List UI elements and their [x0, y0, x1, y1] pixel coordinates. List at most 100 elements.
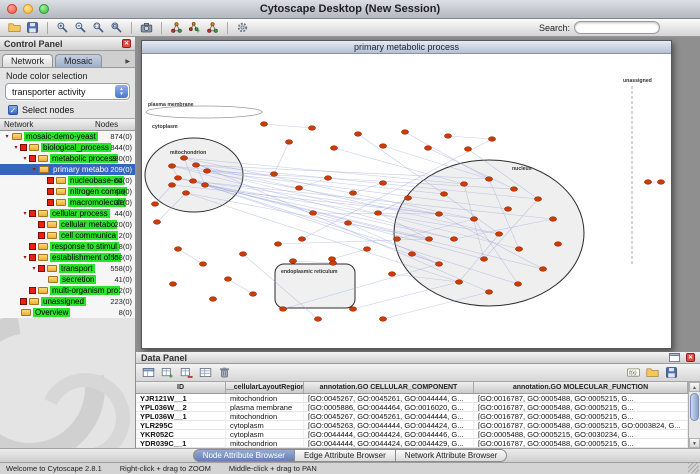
- select-attributes-icon[interactable]: [140, 365, 157, 381]
- tree-item-mosaic-demo-yeast[interactable]: ▾mosaic-demo-yeast874(0): [0, 131, 135, 142]
- table-row[interactable]: YJR121W__1mitochondrion[GO:0045267, GO:0…: [136, 394, 688, 403]
- table-cell: YLR295C: [136, 421, 226, 429]
- network-node: [180, 156, 187, 161]
- table-cell: mitochondrion: [226, 412, 304, 420]
- tab-network-attribute-browser[interactable]: Network Attribute Browser: [395, 449, 507, 462]
- network-node: [279, 307, 286, 312]
- delete-attribute-icon[interactable]: [178, 365, 195, 381]
- tree-item-macromolecule[interactable]: macromolecule31(0): [0, 197, 135, 208]
- zoom-out-icon[interactable]: [72, 20, 89, 36]
- network-node: [374, 211, 381, 216]
- export-attributes-icon[interactable]: [663, 365, 680, 381]
- network-node: [209, 297, 216, 302]
- svg-text:endoplasmic reticulum: endoplasmic reticulum: [281, 269, 338, 275]
- open-session-icon[interactable]: [6, 20, 23, 36]
- network-view-window[interactable]: primary metabolic process plasma membran…: [141, 40, 672, 349]
- column-header-1[interactable]: __cellularLayoutRegion: [226, 382, 304, 393]
- tree-item-label: Overview: [33, 308, 70, 317]
- column-header-id[interactable]: ID: [136, 382, 226, 393]
- tree-item-count: 20(0): [114, 220, 132, 229]
- toolbar-separator: [161, 22, 162, 34]
- tree-item-transport[interactable]: ▾transport558(0): [0, 263, 135, 274]
- tree-item-biological-process[interactable]: ▾biological_process844(0): [0, 142, 135, 153]
- table-row[interactable]: YLR295Ccytoplasm[GO:0045263, GO:0044444,…: [136, 421, 688, 430]
- column-header-2[interactable]: annotation.GO CELLULAR_COMPONENT: [304, 382, 474, 393]
- zoom-fit-icon[interactable]: [108, 20, 125, 36]
- panel-tab-mosaic[interactable]: Mosaic: [55, 54, 102, 67]
- panel-tab-network[interactable]: Network: [2, 54, 53, 67]
- tree-item-cellular-metabo[interactable]: cellular metabo20(0): [0, 219, 135, 230]
- network-overlay-icon[interactable]: [168, 20, 185, 36]
- tree-item-metabolic-process[interactable]: ▾metabolic process280(0): [0, 153, 135, 164]
- tree-item-secretion[interactable]: secretion41(0): [0, 274, 135, 285]
- table-row[interactable]: YPL036W__1mitochondrion[GO:0045267, GO:0…: [136, 412, 688, 421]
- function-builder-icon[interactable]: f(x): [625, 365, 642, 381]
- float-panel-icon[interactable]: [666, 350, 683, 366]
- select-nodes-checkbox[interactable]: [8, 105, 18, 115]
- add-network-icon[interactable]: +: [186, 20, 203, 36]
- vizmapper-icon[interactable]: [234, 20, 251, 36]
- tree-item-cellular-process[interactable]: ▾cellular process44(0): [0, 208, 135, 219]
- tree-item-multi-organism-pro[interactable]: multi-organism pro2(0): [0, 285, 135, 296]
- create-attribute-icon[interactable]: +: [159, 365, 176, 381]
- network-node: [151, 202, 158, 207]
- node-color-chip: [38, 265, 45, 272]
- attribute-table-icon[interactable]: [197, 365, 214, 381]
- delete-rows-icon[interactable]: [216, 365, 233, 381]
- network-node: [514, 282, 521, 287]
- expand-icon[interactable]: ▾: [12, 144, 20, 151]
- search-input[interactable]: [574, 21, 660, 34]
- network-node: [644, 180, 651, 185]
- title-bar[interactable]: Cytoscape Desktop (New Session): [0, 0, 700, 19]
- folder-icon: [29, 144, 39, 151]
- tree-item-label: cellular metabo: [59, 220, 117, 229]
- tree-item-unassigned[interactable]: unassigned223(0): [0, 296, 135, 307]
- merge-network-icon[interactable]: [204, 20, 221, 36]
- scroll-up-icon[interactable]: [689, 382, 700, 392]
- expand-icon[interactable]: ▾: [3, 133, 11, 140]
- table-scrollbar[interactable]: [688, 382, 700, 448]
- tree-item-overview[interactable]: Overview8(0): [0, 307, 135, 318]
- expand-icon[interactable]: ▾: [30, 265, 38, 272]
- tab-node-attribute-browser[interactable]: Node Attribute Browser: [193, 449, 295, 462]
- tree-item-nitrogen-compo[interactable]: nitrogen compo40(0): [0, 186, 135, 197]
- column-header-3[interactable]: annotation.GO MOLECULAR_FUNCTION: [474, 382, 688, 393]
- close-data-panel-icon[interactable]: [686, 353, 695, 362]
- node-color-dropdown[interactable]: transporter activity: [5, 83, 130, 100]
- snapshot-icon[interactable]: [138, 20, 155, 36]
- scrollbar-thumb[interactable]: [690, 393, 699, 421]
- expand-icon[interactable]: ▾: [21, 254, 29, 261]
- table-row[interactable]: YDR039C__1mitochondrion[GO:0044444, GO:0…: [136, 439, 688, 448]
- expand-icon[interactable]: ▾: [30, 166, 38, 173]
- table-row[interactable]: YKR052Ccytoplasm[GO:0044444, GO:0044424,…: [136, 430, 688, 439]
- network-node: [192, 163, 199, 168]
- table-row[interactable]: YPL036W__2plasma membrane[GO:0005886, GO…: [136, 403, 688, 412]
- tree-item-primary-metabo[interactable]: ▾primary metabo209(0): [0, 164, 135, 175]
- table-cell: [GO:0045267, GO:0045261, GO:0044444, G..…: [304, 412, 474, 420]
- network-node: [201, 183, 208, 188]
- status-zoom-hint: Right-click + drag to ZOOM: [120, 464, 211, 473]
- zoom-selected-region-icon[interactable]: [90, 20, 107, 36]
- folder-icon: [12, 133, 22, 140]
- expand-icon[interactable]: ▾: [21, 210, 29, 217]
- tree-item-label: metabolic process: [50, 154, 118, 163]
- folder-icon: [38, 243, 48, 250]
- resize-grip-icon[interactable]: [688, 463, 699, 473]
- tree-item-cell-communica[interactable]: cell communica2(0): [0, 230, 135, 241]
- tree-item-label: mosaic-demo-yeast: [24, 132, 98, 141]
- tree-item-response-to-stimul[interactable]: response to stimul8(0): [0, 241, 135, 252]
- folder-icon: [56, 177, 66, 184]
- network-canvas[interactable]: plasma membranecytoplasmmitochondrionnuc…: [142, 54, 671, 348]
- node-color-chip: [29, 155, 36, 162]
- scroll-down-icon[interactable]: [689, 438, 700, 448]
- tab-edge-attribute-browser[interactable]: Edge Attribute Browser: [294, 449, 396, 462]
- tree-item-establishment-of-lo[interactable]: ▾establishment of lo558(0): [0, 252, 135, 263]
- tab-scroll-right-icon[interactable]: [125, 58, 133, 67]
- close-panel-icon[interactable]: [122, 39, 131, 48]
- expand-icon[interactable]: ▾: [21, 155, 29, 162]
- svg-text:mitochondrion: mitochondrion: [170, 150, 206, 156]
- tree-item-nucleobase-co[interactable]: nucleobase-co64(0): [0, 175, 135, 186]
- zoom-in-icon[interactable]: [54, 20, 71, 36]
- import-attributes-icon[interactable]: [644, 365, 661, 381]
- save-session-icon[interactable]: [24, 20, 41, 36]
